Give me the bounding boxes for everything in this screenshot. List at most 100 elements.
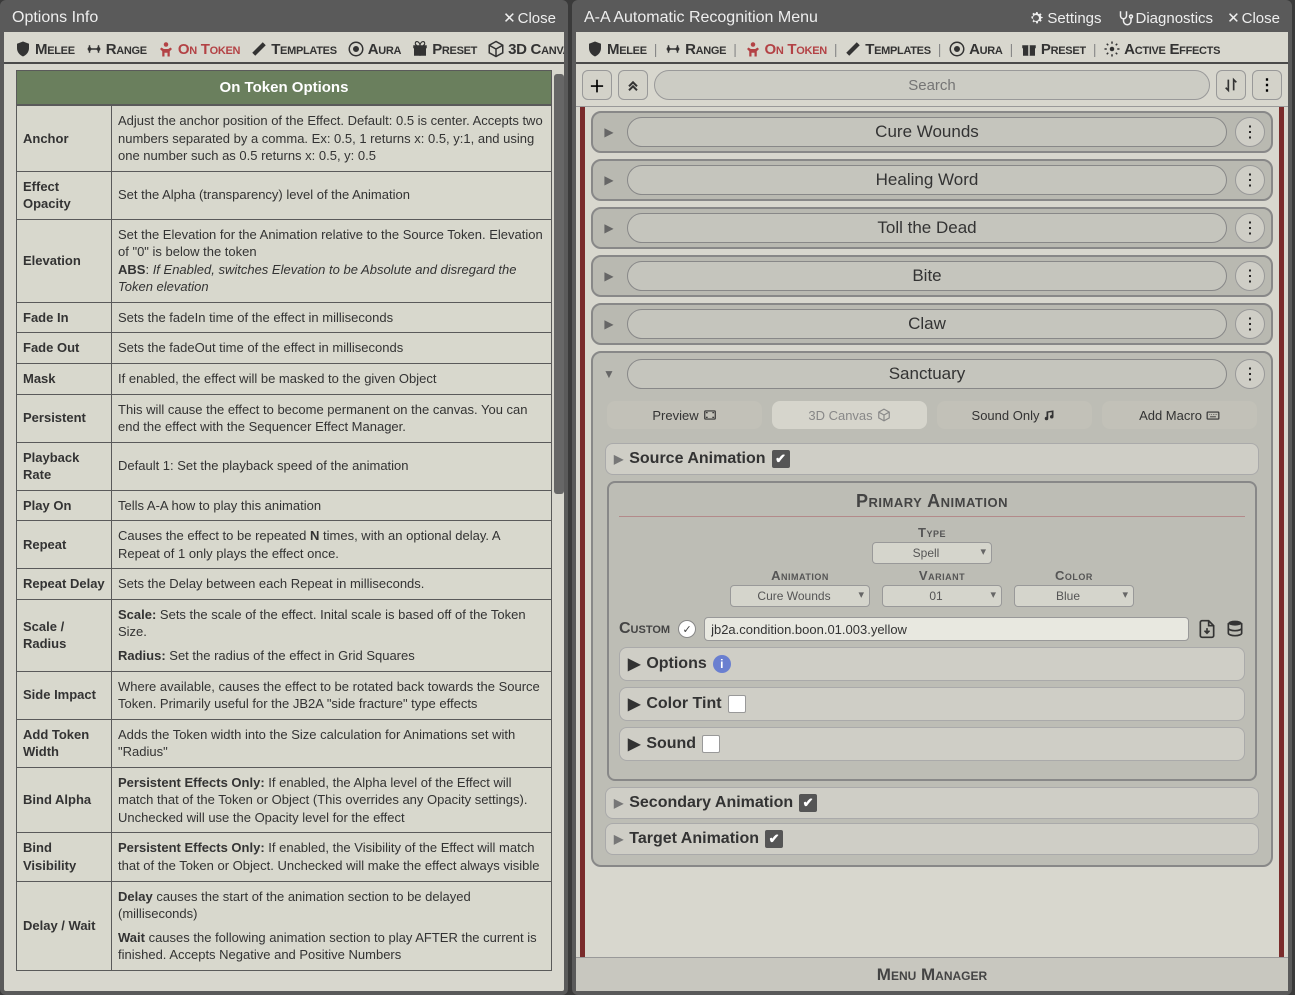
option-name: Scale / Radius [17, 599, 112, 671]
close-button[interactable]: ✕ Close [1227, 9, 1280, 27]
search-input[interactable] [654, 70, 1210, 100]
sort-icon [1223, 77, 1239, 93]
option-desc: Set the Elevation for the Animation rela… [112, 219, 552, 302]
expand-button[interactable]: ▶ [599, 218, 619, 238]
person-icon [744, 40, 762, 58]
close-button[interactable]: ✕ Close [503, 9, 556, 27]
item-menu-button[interactable]: ⋮ [1235, 165, 1265, 195]
type-select[interactable]: Spell [872, 542, 992, 564]
item-title[interactable]: Cure Wounds [627, 117, 1227, 147]
option-desc: Sets the Delay between each Repeat in mi… [112, 569, 552, 600]
option-name: Mask [17, 364, 112, 395]
footer-menu-manager[interactable]: Menu Manager [576, 957, 1288, 991]
keyboard-icon [1206, 408, 1220, 422]
menu-button[interactable]: ⋮ [1252, 70, 1282, 100]
option-row: ElevationSet the Elevation for the Anima… [17, 219, 552, 302]
option-name: Repeat [17, 521, 112, 569]
tab-aura[interactable]: Aura [343, 36, 405, 62]
item-title[interactable]: Sanctuary [627, 359, 1227, 389]
option-desc: Scale: Sets the scale of the effect. Ini… [112, 599, 552, 671]
item-menu-button[interactable]: ⋮ [1235, 309, 1265, 339]
import-file-icon[interactable] [1197, 619, 1217, 639]
tab-active-effects[interactable]: Active Effects [1099, 36, 1224, 62]
add-macro-button[interactable]: Add Macro [1102, 401, 1257, 429]
item-row: ▶ Healing Word ⋮ [591, 159, 1273, 201]
checkbox-icon[interactable]: ✔ [799, 794, 817, 812]
info-icon[interactable]: i [713, 655, 731, 673]
animation-select[interactable]: Cure Wounds [730, 585, 870, 607]
color-select[interactable]: Blue [1014, 585, 1134, 607]
option-desc: Delay causes the start of the animation … [112, 881, 552, 970]
custom-path-input[interactable] [704, 617, 1189, 641]
secondary-animation-section[interactable]: ▶ Secondary Animation ✔ [605, 787, 1259, 819]
tab-range[interactable]: Range [660, 36, 730, 62]
database-icon[interactable] [1225, 619, 1245, 639]
tab-templates[interactable]: Templates [246, 36, 341, 62]
collapse-all-button[interactable] [618, 70, 648, 100]
option-desc: Default 1: Set the playback speed of the… [112, 442, 552, 490]
options-subsection[interactable]: ▶ Options i [619, 647, 1245, 681]
option-name: Play On [17, 490, 112, 521]
checkbox-icon[interactable]: ✔ [765, 830, 783, 848]
toolbar: ＋ ⋮ [576, 64, 1288, 107]
item-menu-button[interactable]: ⋮ [1235, 261, 1265, 291]
sort-button[interactable] [1216, 70, 1246, 100]
tab-templates[interactable]: Templates [840, 36, 935, 62]
add-button[interactable]: ＋ [582, 70, 612, 100]
settings-button[interactable]: Settings [1027, 9, 1101, 27]
option-desc: Adjust the anchor position of the Effect… [112, 106, 552, 172]
tab-melee[interactable]: Melee [10, 36, 79, 62]
option-desc: Sets the fadeOut time of the effect in m… [112, 333, 552, 364]
checkbox-icon[interactable]: ✔ [772, 450, 790, 468]
preview-button[interactable]: Preview [607, 401, 762, 429]
options-info-window: Options Info ✕ Close Melee Range On Toke… [0, 0, 568, 995]
tab-melee[interactable]: Melee [582, 36, 651, 62]
diagnostics-button[interactable]: Diagnostics [1116, 9, 1214, 27]
item-title[interactable]: Bite [627, 261, 1227, 291]
3d-canvas-button[interactable]: 3D Canvas [772, 401, 927, 429]
tab-range[interactable]: Range [81, 36, 151, 62]
expand-button[interactable]: ▶ [599, 170, 619, 190]
option-desc: Where available, causes the effect to be… [112, 671, 552, 719]
option-name: Fade In [17, 302, 112, 333]
collapse-button[interactable]: ▼ [599, 364, 619, 384]
option-row: Playback RateDefault 1: Set the playback… [17, 442, 552, 490]
option-desc: Persistent Effects Only: If enabled, the… [112, 767, 552, 833]
shield-icon [14, 40, 32, 58]
recognition-menu-window: A-A Automatic Recognition Menu Settings … [572, 0, 1292, 995]
variant-select[interactable]: 01 [882, 585, 1002, 607]
sound-subsection[interactable]: ▶ Sound [619, 727, 1245, 761]
option-desc: Set the Alpha (transparency) level of th… [112, 171, 552, 219]
item-title[interactable]: Toll the Dead [627, 213, 1227, 243]
checkbox-empty[interactable] [702, 735, 720, 753]
source-animation-section[interactable]: ▶ Source Animation ✔ [605, 443, 1259, 475]
target-animation-section[interactable]: ▶ Target Animation ✔ [605, 823, 1259, 855]
option-desc: Sets the fadeIn time of the effect in mi… [112, 302, 552, 333]
tab-aura[interactable]: Aura [944, 36, 1006, 62]
tab-preset[interactable]: Preset [407, 36, 481, 62]
expand-button[interactable]: ▶ [599, 266, 619, 286]
option-desc: Tells A-A how to play this animation [112, 490, 552, 521]
sound-only-button[interactable]: Sound Only [937, 401, 1092, 429]
expand-button[interactable]: ▶ [599, 122, 619, 142]
tab-3d-canvas[interactable]: 3D Canvas [483, 36, 564, 62]
tab-on-token[interactable]: On Token [740, 36, 831, 62]
tab-preset[interactable]: Preset [1016, 36, 1090, 62]
color-tint-subsection[interactable]: ▶ Color Tint [619, 687, 1245, 721]
option-row: MaskIf enabled, the effect will be maske… [17, 364, 552, 395]
item-menu-button[interactable]: ⋮ [1235, 359, 1265, 389]
item-title[interactable]: Claw [627, 309, 1227, 339]
expand-button[interactable]: ▶ [599, 314, 619, 334]
item-menu-button[interactable]: ⋮ [1235, 213, 1265, 243]
gear-icon [1103, 40, 1121, 58]
ruler-icon [250, 40, 268, 58]
scrollbar-thumb[interactable] [554, 74, 564, 494]
checkbox-empty[interactable] [728, 695, 746, 713]
tab-on-token[interactable]: On Token [153, 36, 244, 62]
film-icon [703, 408, 717, 422]
aura-icon [948, 40, 966, 58]
item-menu-button[interactable]: ⋮ [1235, 117, 1265, 147]
custom-toggle[interactable] [678, 620, 696, 638]
option-name: Repeat Delay [17, 569, 112, 600]
item-title[interactable]: Healing Word [627, 165, 1227, 195]
